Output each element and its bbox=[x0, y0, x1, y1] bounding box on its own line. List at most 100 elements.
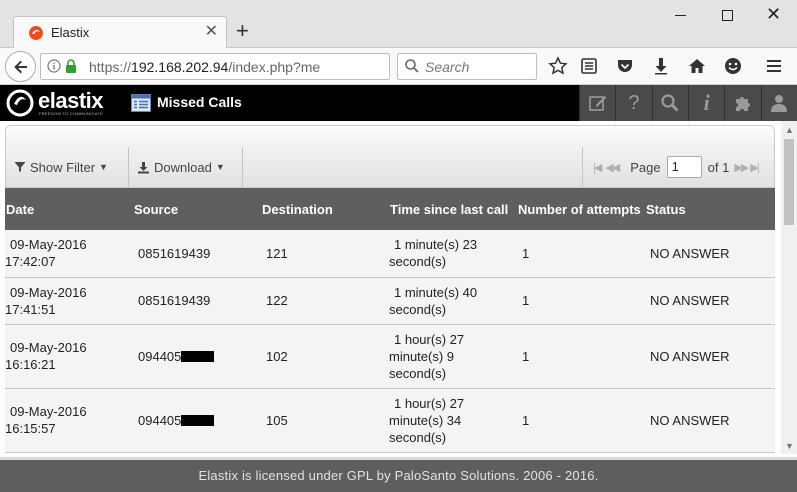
cell-source: 094405 bbox=[133, 324, 261, 389]
first-page-icon[interactable]: |◀ bbox=[593, 161, 602, 174]
reading-list-icon[interactable] bbox=[579, 56, 599, 76]
window-close-icon[interactable]: ✕ bbox=[766, 4, 781, 24]
source-number: 094405 bbox=[138, 348, 182, 364]
header-tool-addons[interactable] bbox=[724, 85, 761, 121]
col-header-date[interactable]: Date bbox=[5, 188, 133, 230]
cell-status: NO ANSWER bbox=[645, 230, 775, 278]
menu-hamburger-icon[interactable] bbox=[764, 56, 784, 76]
time-since-line: minute(s) 9 bbox=[389, 348, 455, 364]
cell-destination: 121 bbox=[261, 230, 389, 278]
show-filter-button[interactable]: Show Filter ▼ bbox=[6, 147, 129, 187]
lock-icon bbox=[66, 59, 76, 73]
time-since-line: second(s) bbox=[389, 254, 447, 270]
header-tool-edit[interactable] bbox=[579, 85, 616, 121]
search-icon bbox=[405, 59, 419, 73]
cell-time-since: 1 minute(s) 23 second(s) bbox=[389, 230, 517, 278]
table-row: 09-May-2016 16:15:57 094405 105 1 hour(s)… bbox=[5, 388, 775, 453]
page-number-input[interactable]: 1 bbox=[666, 156, 702, 178]
header-tool-user[interactable] bbox=[760, 85, 797, 121]
prev-page-icon[interactable]: ◀◀ bbox=[605, 161, 620, 174]
cell-attempts: 1 bbox=[517, 388, 645, 453]
time-since-line: 1 minute(s) 23 bbox=[394, 237, 478, 253]
next-page-icon[interactable]: ▶▶ bbox=[734, 161, 749, 174]
window-minimize-icon[interactable] bbox=[675, 15, 686, 16]
page-label: Page bbox=[630, 159, 661, 175]
cell-attempts: 1 bbox=[517, 277, 645, 325]
browser-titlebar: Elastix ✕ + ✕ bbox=[0, 0, 797, 48]
bookmark-star-icon[interactable] bbox=[548, 56, 568, 76]
time-line: 16:16:21 bbox=[5, 357, 56, 372]
time-since-line: second(s) bbox=[389, 365, 447, 381]
pocket-icon[interactable] bbox=[615, 56, 635, 76]
download-label: Download bbox=[154, 159, 212, 175]
url-text[interactable]: https://192.168.202.94/index.php?me bbox=[89, 59, 320, 75]
window-maximize-icon[interactable] bbox=[722, 10, 733, 21]
time-since-line: 1 hour(s) 27 bbox=[394, 331, 465, 347]
home-icon[interactable] bbox=[687, 56, 707, 76]
time-since-line: second(s) bbox=[389, 429, 447, 445]
source-number: 094405 bbox=[138, 412, 182, 428]
user-icon bbox=[771, 95, 788, 112]
vertical-scrollbar[interactable]: ▲ ▼ bbox=[781, 121, 797, 454]
cell-date: 09-May-2016 16:15:57 bbox=[5, 388, 133, 453]
col-header-source[interactable]: Source bbox=[133, 188, 261, 230]
page-of-label: of 1 bbox=[707, 159, 730, 175]
cell-time-since: 1 minute(s) 40 second(s) bbox=[389, 277, 517, 325]
cell-source: 0851619439 bbox=[133, 230, 261, 278]
new-tab-icon[interactable]: + bbox=[236, 20, 249, 42]
pagination: |◀ ◀◀ Page 1 of 1 ▶▶ ▶| bbox=[582, 147, 775, 187]
cell-date: 09-May-2016 17:42:07 bbox=[5, 230, 133, 278]
tab-close-icon[interactable]: ✕ bbox=[205, 22, 218, 42]
url-bar[interactable]: https://192.168.202.94/index.php?me bbox=[40, 53, 422, 80]
col-header-status[interactable]: Status bbox=[645, 188, 775, 230]
cell-time-since: 1 hour(s) 27 minute(s) 34 second(s) bbox=[389, 388, 517, 453]
cell-destination: 122 bbox=[261, 277, 389, 325]
url-host: 192.168.202.94 bbox=[131, 59, 229, 75]
magnifier-icon bbox=[661, 94, 679, 112]
filter-icon bbox=[14, 162, 26, 172]
cell-attempts: 1 bbox=[517, 230, 645, 278]
download-icon bbox=[138, 161, 149, 173]
show-filter-caret-icon: ▼ bbox=[99, 162, 108, 172]
header-toolbar: ? i bbox=[579, 85, 797, 121]
download-button[interactable]: Download ▼ bbox=[129, 147, 243, 187]
app-header: elastix FREEDOM TO COMMUNICATE Missed Ca… bbox=[0, 85, 797, 121]
footer-license-text: Elastix is licensed under GPL by PaloSan… bbox=[198, 468, 599, 483]
header-tool-info[interactable]: i bbox=[687, 85, 725, 121]
cell-destination: 102 bbox=[261, 324, 389, 389]
header-tool-search[interactable] bbox=[651, 85, 688, 121]
redaction-block bbox=[181, 414, 215, 426]
footer: Elastix is licensed under GPL by PaloSan… bbox=[0, 457, 797, 492]
scroll-thumb[interactable] bbox=[784, 139, 794, 225]
show-filter-label: Show Filter bbox=[30, 159, 96, 175]
info-italic-icon: i bbox=[703, 90, 710, 115]
cell-time-since: 1 hour(s) 27 minute(s) 9 second(s) bbox=[389, 324, 517, 389]
table-header-row: Date Source Destination Time since last … bbox=[5, 188, 775, 230]
redaction-block bbox=[181, 350, 215, 362]
cell-status: NO ANSWER bbox=[645, 324, 775, 389]
smiley-icon[interactable] bbox=[723, 56, 743, 76]
back-button[interactable] bbox=[5, 51, 36, 82]
url-path: /index.php?me bbox=[228, 59, 321, 75]
cell-status: NO ANSWER bbox=[645, 388, 775, 453]
search-bar[interactable]: Search bbox=[397, 53, 537, 80]
last-page-icon[interactable]: ▶| bbox=[750, 161, 759, 174]
browser-tab[interactable]: Elastix ✕ bbox=[13, 16, 227, 48]
info-icon[interactable] bbox=[47, 59, 61, 73]
cell-attempts: 1 bbox=[517, 324, 645, 389]
table-row: 09-May-2016 17:41:51 0851619439 122 1 min… bbox=[5, 277, 775, 325]
missed-calls-module-icon bbox=[131, 94, 151, 112]
col-header-time-since[interactable]: Time since last call bbox=[389, 188, 517, 230]
tab-title: Elastix bbox=[51, 25, 90, 40]
download-arrow-icon[interactable] bbox=[651, 56, 671, 76]
header-tool-help[interactable]: ? bbox=[615, 85, 652, 121]
col-header-destination[interactable]: Destination bbox=[261, 188, 389, 230]
scroll-up-icon[interactable]: ▲ bbox=[785, 125, 794, 135]
date-line: 09-May-2016 bbox=[10, 237, 87, 253]
col-header-attempts[interactable]: Number of attempts bbox=[517, 188, 645, 230]
elastix-logo[interactable]: elastix FREEDOM TO COMMUNICATE bbox=[6, 87, 116, 119]
time-since-line: minute(s) 34 bbox=[389, 412, 462, 428]
back-arrow-icon bbox=[13, 60, 27, 73]
scroll-down-icon[interactable]: ▼ bbox=[785, 441, 794, 451]
date-line: 09-May-2016 bbox=[10, 284, 87, 300]
